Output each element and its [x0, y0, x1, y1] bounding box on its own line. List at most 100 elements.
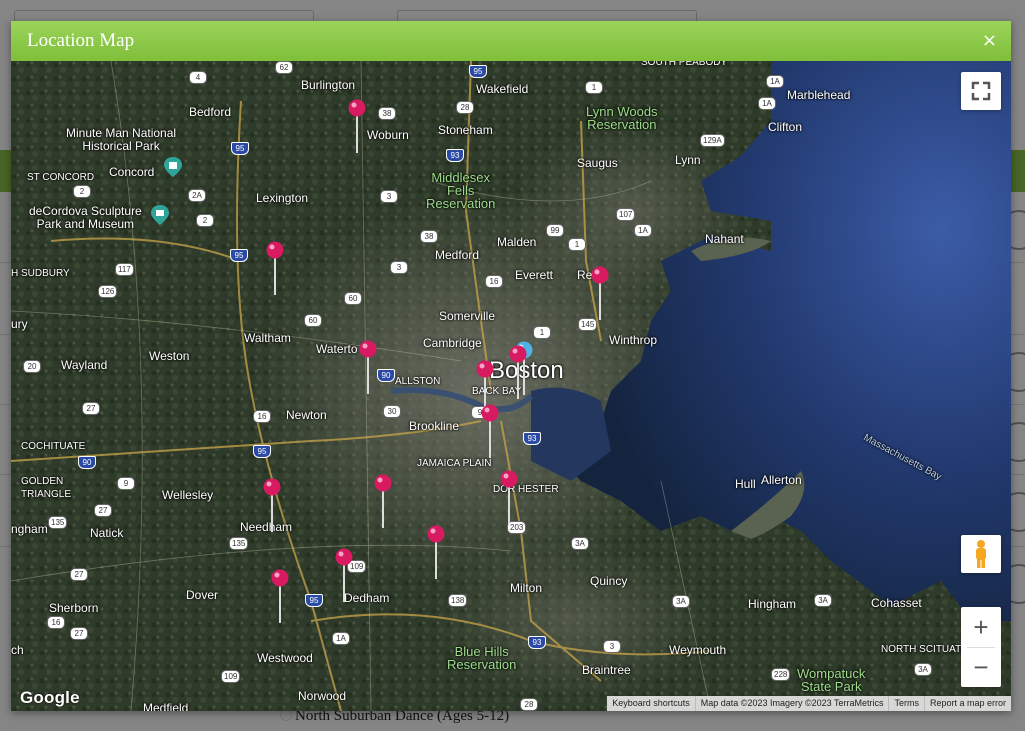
map-attribution: Keyboard shortcuts Map data ©2023 Imager… — [607, 696, 1011, 711]
place-label: Wellesley — [162, 488, 214, 502]
route-shield: 27 — [94, 504, 112, 517]
place-label: Wakefield — [476, 82, 529, 96]
google-logo[interactable]: Google — [20, 688, 80, 708]
route-shield: 1A — [766, 75, 784, 88]
route-shield: 90 — [377, 369, 395, 382]
location-map-modal: Location Map × Burlington Wakefield SOUT… — [11, 21, 1011, 711]
close-button[interactable]: × — [982, 30, 997, 51]
location-pin-icon[interactable] — [358, 340, 378, 395]
route-shield: 27 — [70, 627, 88, 640]
route-shield: 107 — [616, 208, 636, 221]
route-shield: 95 — [231, 142, 249, 155]
location-pin-icon[interactable] — [373, 474, 393, 529]
place-label: Quincy — [590, 574, 628, 588]
place-label: SOUTH PEABODY — [641, 61, 728, 68]
location-pin-icon[interactable] — [480, 404, 500, 459]
place-label: Medford — [435, 248, 480, 262]
route-shield: 1 — [568, 238, 586, 251]
route-shield: 38 — [378, 107, 396, 120]
place-label: Lexington — [256, 191, 309, 205]
place-label: Clifton — [768, 120, 803, 134]
route-shield: 1A — [634, 224, 652, 237]
route-shield: 27 — [70, 568, 88, 581]
route-shield: 3A — [914, 663, 932, 676]
location-pin-icon[interactable] — [499, 470, 519, 525]
fullscreen-icon — [971, 81, 991, 101]
place-label: Concord — [109, 165, 155, 179]
place-label: Westwood — [257, 651, 313, 665]
street-view-button[interactable] — [961, 535, 1001, 573]
location-pin-icon[interactable] — [270, 569, 290, 624]
terms-link[interactable]: Terms — [888, 696, 924, 711]
route-shield: 95 — [230, 249, 248, 262]
route-shield: 9 — [117, 477, 135, 490]
route-shield: 1 — [533, 326, 551, 339]
route-shield: 20 — [23, 360, 41, 373]
route-shield: 93 — [446, 149, 464, 162]
place-label: ch — [11, 643, 24, 657]
park-label: Lynn Woods Reservation — [586, 104, 658, 132]
place-label: H SUDBURY — [11, 268, 70, 279]
map-view[interactable]: Burlington Wakefield SOUTH PEABODY Marbl… — [11, 61, 1011, 711]
route-shield: 129A — [700, 134, 725, 147]
place-label: Minute Man National Historical Park — [66, 126, 177, 153]
route-shield: 109 — [221, 670, 241, 683]
park-poi-icon[interactable] — [162, 156, 184, 178]
zoom-control: + − — [961, 607, 1001, 687]
place-label: ST CONCORD — [27, 172, 95, 183]
fullscreen-button[interactable] — [961, 72, 1001, 110]
location-pin-icon[interactable] — [508, 345, 528, 400]
place-label: Weston — [149, 349, 190, 363]
place-label: NORTH SCITUATE — [881, 644, 968, 655]
route-shield: 138 — [448, 594, 468, 607]
keyboard-shortcuts-link[interactable]: Keyboard shortcuts — [607, 696, 695, 711]
place-label: Waterto — [316, 342, 358, 356]
route-shield: 2A — [188, 189, 206, 202]
location-pin-icon[interactable] — [262, 478, 282, 533]
route-shield: 117 — [115, 263, 134, 276]
route-shield: 3 — [380, 190, 398, 203]
route-shield: 16 — [47, 616, 65, 629]
place-label: Somerville — [439, 309, 496, 323]
location-pin-icon[interactable] — [347, 99, 367, 154]
place-label: Stoneham — [438, 123, 493, 137]
route-shield: 16 — [253, 410, 271, 423]
route-shield: 2 — [73, 185, 91, 198]
place-label: ury — [11, 317, 28, 331]
place-label: Norwood — [298, 689, 347, 703]
place-label: Natick — [90, 526, 124, 540]
zoom-out-button[interactable]: − — [961, 647, 1001, 687]
location-pin-icon[interactable] — [265, 241, 285, 296]
zoom-in-button[interactable]: + — [961, 607, 1001, 647]
route-shield: 30 — [383, 405, 401, 418]
park-label: Wompatuck State Park — [797, 666, 866, 694]
place-label: Waltham — [244, 331, 291, 345]
park-label: Middlesex Fells Reservation — [426, 170, 496, 211]
route-shield: 28 — [456, 101, 474, 114]
route-shield: 28 — [520, 698, 538, 711]
route-shield: 228 — [771, 668, 791, 681]
place-label: Sherborn — [49, 601, 99, 615]
place-label: Dover — [186, 588, 219, 602]
place-label: Hull — [735, 477, 756, 491]
place-label: Lynn — [675, 153, 701, 167]
report-map-error-link[interactable]: Report a map error — [923, 696, 1011, 711]
location-pin-icon[interactable] — [426, 525, 446, 580]
place-label: Malden — [497, 235, 537, 249]
route-shield: 3A — [814, 594, 832, 607]
route-shield: 1A — [332, 632, 350, 645]
route-shield: 2 — [196, 214, 214, 227]
museum-poi-icon[interactable] — [149, 204, 171, 226]
route-shield: 62 — [275, 61, 293, 74]
place-label: GOLDEN TRIANGLE — [21, 476, 72, 500]
place-label: Winthrop — [609, 333, 658, 347]
place-label: Weymouth — [669, 643, 727, 657]
route-shield: 95 — [253, 445, 271, 458]
location-pin-icon[interactable] — [334, 548, 354, 603]
place-label: ALLSTON — [395, 376, 441, 387]
route-shield: 126 — [98, 285, 118, 298]
place-label: Saugus — [577, 156, 618, 170]
route-shield: 99 — [546, 224, 564, 237]
location-pin-icon[interactable] — [590, 266, 610, 321]
route-shield: 135 — [229, 537, 249, 550]
